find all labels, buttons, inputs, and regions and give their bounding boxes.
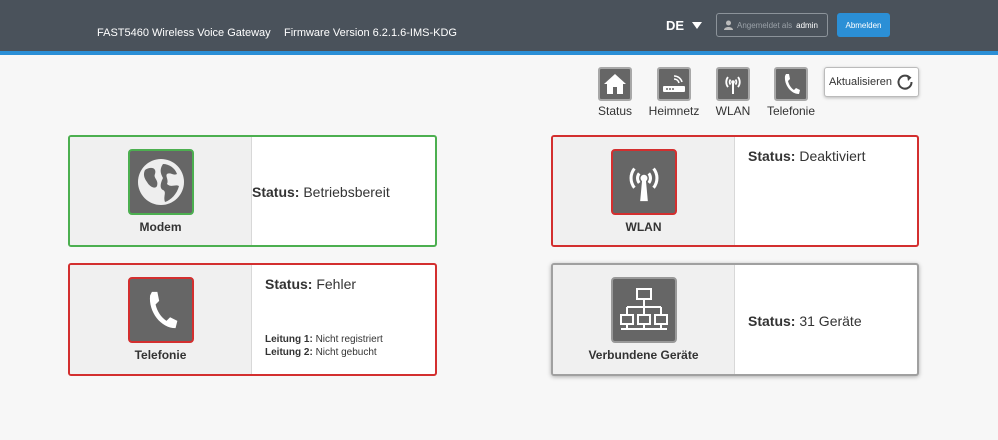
wlan-status-label: Status: bbox=[748, 148, 796, 164]
telefonie-card-icon-area: Telefonie bbox=[70, 265, 252, 374]
telefonie-status-label: Status: bbox=[265, 276, 313, 292]
logged-in-label: Angemeldet als bbox=[737, 20, 793, 30]
devices-status-label: Status: bbox=[748, 313, 796, 329]
refresh-label: Aktualisieren bbox=[829, 76, 892, 88]
wlan-card[interactable]: WLAN Status: Deaktiviert bbox=[551, 135, 919, 247]
home-icon bbox=[598, 67, 632, 101]
devices-status: Status: 31 Geräte bbox=[748, 313, 862, 329]
modem-card-icon-area: Modem bbox=[70, 137, 252, 245]
connected-devices-card[interactable]: Verbundene Geräte Status: 31 Geräte bbox=[551, 263, 919, 376]
wlan-card-icon-area: WLAN bbox=[553, 137, 735, 245]
telefonie-lines: Leitung 1: Nicht registriert Leitung 2: … bbox=[265, 333, 383, 359]
network-icon bbox=[610, 277, 677, 343]
antenna-icon bbox=[610, 149, 677, 215]
top-bar-accent-line bbox=[0, 51, 998, 55]
logout-button[interactable]: Abmelden bbox=[837, 13, 890, 37]
username: admin bbox=[796, 20, 818, 30]
antenna-icon bbox=[716, 67, 750, 101]
line1-row: Leitung 1: Nicht registriert bbox=[265, 333, 383, 346]
devices-status-value: 31 Geräte bbox=[799, 313, 862, 329]
caret-down-icon bbox=[692, 22, 703, 29]
language-label: DE bbox=[666, 18, 685, 33]
nav-heimnetz[interactable]: Heimnetz bbox=[642, 67, 706, 118]
nav-status-label: Status bbox=[597, 104, 633, 118]
modem-status: Status: Betriebsbereit bbox=[252, 184, 390, 200]
line1-label: Leitung 1: bbox=[265, 334, 313, 345]
nav-wlan[interactable]: WLAN bbox=[701, 67, 765, 118]
globe-icon bbox=[127, 149, 194, 215]
refresh-button[interactable]: Aktualisieren bbox=[824, 67, 919, 97]
nav-telefonie-label: Telefonie bbox=[766, 104, 816, 118]
router-icon bbox=[657, 67, 691, 101]
device-name: FAST5460 Wireless Voice Gateway bbox=[97, 27, 271, 39]
telefonie-card[interactable]: Telefonie Status: Fehler Leitung 1: Nich… bbox=[68, 263, 437, 376]
modem-title: Modem bbox=[139, 220, 182, 234]
modem-status-label: Status: bbox=[252, 184, 300, 200]
user-icon bbox=[724, 20, 733, 30]
nav-wlan-label: WLAN bbox=[715, 104, 751, 118]
phone-icon bbox=[774, 67, 808, 101]
logged-in-user: Angemeldet als admin bbox=[716, 13, 828, 37]
nav-telefonie[interactable]: Telefonie bbox=[759, 67, 823, 118]
line2-row: Leitung 2: Nicht gebucht bbox=[265, 346, 383, 359]
modem-status-value: Betriebsbereit bbox=[303, 184, 390, 200]
line1-value: Nicht registriert bbox=[315, 334, 383, 345]
nav-heimnetz-label: Heimnetz bbox=[648, 104, 700, 118]
telefonie-status: Status: Fehler bbox=[265, 276, 356, 292]
devices-card-icon-area: Verbundene Geräte bbox=[553, 265, 735, 374]
nav-status[interactable]: Status bbox=[583, 67, 647, 118]
firmware-version: Firmware Version 6.2.1.6-IMS-KDG bbox=[284, 27, 457, 39]
telefonie-status-value: Fehler bbox=[316, 276, 357, 292]
line2-value: Nicht gebucht bbox=[315, 347, 377, 358]
wlan-status-value: Deaktiviert bbox=[799, 148, 866, 164]
wlan-title: WLAN bbox=[625, 220, 662, 234]
line2-label: Leitung 2: bbox=[265, 347, 313, 358]
wlan-status: Status: Deaktiviert bbox=[748, 148, 865, 164]
refresh-icon bbox=[897, 74, 913, 90]
phone-icon bbox=[127, 277, 194, 343]
language-selector[interactable]: DE bbox=[666, 18, 703, 33]
devices-title: Verbundene Geräte bbox=[588, 348, 699, 362]
telefonie-title: Telefonie bbox=[134, 348, 187, 362]
modem-card[interactable]: Modem Status: Betriebsbereit bbox=[68, 135, 437, 247]
